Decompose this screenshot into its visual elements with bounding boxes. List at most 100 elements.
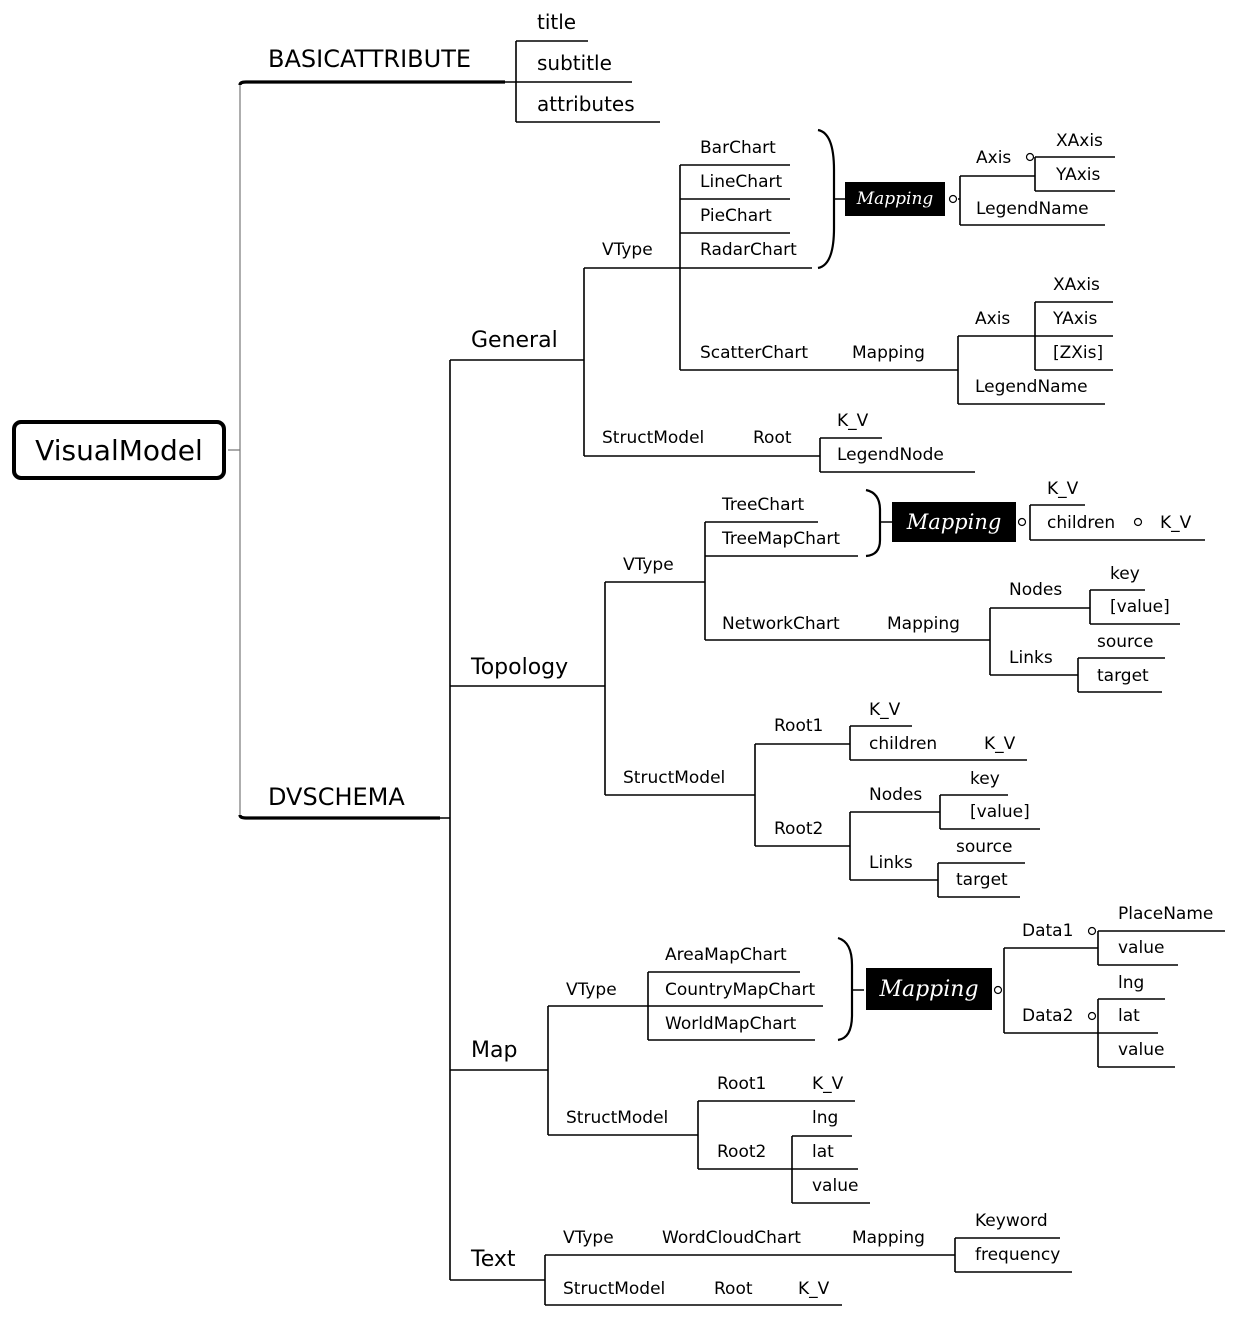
- node-general-kv[interactable]: K_V: [837, 413, 868, 430]
- node-scatter-axis[interactable]: Axis: [975, 311, 1010, 328]
- root-label: VisualModel: [35, 433, 203, 467]
- node-text-kv[interactable]: K_V: [798, 1281, 829, 1298]
- node-general-mapping[interactable]: Mapping: [845, 182, 945, 216]
- node-topology-root1[interactable]: Root1: [774, 718, 823, 735]
- node-axis[interactable]: Axis: [976, 150, 1011, 167]
- node-map-mapping[interactable]: Mapping: [866, 968, 992, 1010]
- node-root1-children[interactable]: children: [869, 736, 937, 753]
- root-node[interactable]: VisualModel: [12, 420, 226, 480]
- node-map-root1[interactable]: Root1: [717, 1076, 766, 1093]
- node-legendname[interactable]: LegendName: [976, 201, 1089, 218]
- gen-brace: [817, 128, 836, 270]
- node-data1-value[interactable]: value: [1118, 940, 1164, 957]
- node-topology-vtype[interactable]: VType: [623, 557, 674, 574]
- node-basicattribute[interactable]: BASICATTRIBUTE: [268, 47, 471, 71]
- node-keyword[interactable]: Keyword: [975, 1213, 1048, 1230]
- dv-underline: [238, 814, 440, 820]
- node-barchart[interactable]: BarChart: [700, 140, 776, 157]
- node-map-structmodel[interactable]: StructModel: [566, 1110, 668, 1127]
- node-frequency[interactable]: frequency: [975, 1247, 1060, 1264]
- node-piechart[interactable]: PieChart: [700, 208, 772, 225]
- node-areamapchart[interactable]: AreaMapChart: [665, 947, 787, 964]
- node-network-mapping[interactable]: Mapping: [887, 616, 960, 633]
- node-scatter-xaxis[interactable]: XAxis: [1053, 277, 1100, 294]
- node-root2-value[interactable]: [value]: [970, 804, 1030, 821]
- node-topology-structmodel[interactable]: StructModel: [623, 770, 725, 787]
- node-network-key[interactable]: key: [1110, 566, 1140, 583]
- node-scatter-zaxis[interactable]: [ZXis]: [1053, 345, 1103, 362]
- collapse-toggle-icon: [1087, 1011, 1097, 1021]
- node-root1-children-kv[interactable]: K_V: [984, 736, 1015, 753]
- node-xaxis[interactable]: XAxis: [1056, 133, 1103, 150]
- node-general-root[interactable]: Root: [753, 430, 792, 447]
- node-map-root2[interactable]: Root2: [717, 1144, 766, 1161]
- node-data2-lat[interactable]: lat: [1118, 1008, 1140, 1025]
- topo-brace: [865, 488, 882, 558]
- node-dvschema[interactable]: DVSCHEMA: [268, 785, 405, 809]
- general-line: [450, 268, 585, 456]
- node-treechart[interactable]: TreeChart: [722, 497, 804, 514]
- node-topology-mapping[interactable]: Mapping: [892, 502, 1016, 542]
- node-topology-children-kv[interactable]: K_V: [1160, 515, 1191, 532]
- node-treemapchart[interactable]: TreeMapChart: [722, 531, 840, 548]
- trunk-line: [228, 85, 241, 818]
- node-title[interactable]: title: [537, 12, 576, 32]
- node-root2-key[interactable]: key: [970, 771, 1000, 788]
- node-network-nodes[interactable]: Nodes: [1009, 582, 1062, 599]
- node-text-vtype[interactable]: VType: [563, 1230, 614, 1247]
- node-scatter-yaxis[interactable]: YAxis: [1053, 311, 1097, 328]
- node-network-target[interactable]: target: [1097, 668, 1149, 685]
- node-general-structmodel[interactable]: StructModel: [602, 430, 704, 447]
- node-network-source[interactable]: source: [1097, 634, 1153, 651]
- collapse-toggle-icon: [1133, 517, 1143, 527]
- topology-line: [450, 582, 606, 795]
- node-yaxis[interactable]: YAxis: [1056, 167, 1100, 184]
- node-subtitle[interactable]: subtitle: [537, 53, 612, 73]
- collapse-toggle-icon: [948, 194, 958, 204]
- node-root2-links[interactable]: Links: [869, 855, 913, 872]
- node-data2-lng[interactable]: lng: [1118, 975, 1144, 992]
- node-root2-target[interactable]: target: [956, 872, 1008, 889]
- node-general-vtype[interactable]: VType: [602, 242, 653, 259]
- node-map[interactable]: Map: [471, 1040, 517, 1062]
- node-text-root[interactable]: Root: [714, 1281, 753, 1298]
- node-network-value[interactable]: [value]: [1110, 599, 1170, 616]
- node-text-mapping[interactable]: Mapping: [852, 1230, 925, 1247]
- node-map-root1-kv[interactable]: K_V: [812, 1076, 843, 1093]
- node-topology-kv[interactable]: K_V: [1047, 481, 1078, 498]
- node-wordcloudchart[interactable]: WordCloudChart: [662, 1230, 801, 1247]
- node-linechart[interactable]: LineChart: [700, 174, 782, 191]
- node-radarchart[interactable]: RadarChart: [700, 242, 797, 259]
- node-general[interactable]: General: [471, 330, 558, 352]
- collapse-toggle-icon: [1017, 517, 1027, 527]
- gen-vtype: [584, 165, 681, 370]
- node-root2-nodes[interactable]: Nodes: [869, 787, 922, 804]
- collapse-toggle-icon: [1087, 926, 1097, 936]
- node-data1[interactable]: Data1: [1022, 923, 1073, 940]
- node-scatter-legendname[interactable]: LegendName: [975, 379, 1088, 396]
- node-root1-kv[interactable]: K_V: [869, 702, 900, 719]
- node-worldmapchart[interactable]: WorldMapChart: [665, 1016, 796, 1033]
- node-map-root2-lat[interactable]: lat: [812, 1144, 834, 1161]
- node-text[interactable]: Text: [471, 1249, 516, 1271]
- node-map-vtype[interactable]: VType: [566, 982, 617, 999]
- node-topology-children[interactable]: children: [1047, 515, 1115, 532]
- node-scatter-mapping[interactable]: Mapping: [852, 345, 925, 362]
- node-placename[interactable]: PlaceName: [1118, 906, 1213, 923]
- basic-underline: [238, 80, 505, 86]
- node-networkchart[interactable]: NetworkChart: [722, 616, 840, 633]
- node-legendnode[interactable]: LegendNode: [837, 447, 944, 464]
- node-attributes[interactable]: attributes: [537, 94, 635, 114]
- node-map-root2-lng[interactable]: lng: [812, 1110, 838, 1127]
- node-text-structmodel[interactable]: StructModel: [563, 1281, 665, 1298]
- map-brace: [837, 936, 854, 1042]
- node-topology-root2[interactable]: Root2: [774, 821, 823, 838]
- node-map-root2-value[interactable]: value: [812, 1178, 858, 1195]
- node-topology[interactable]: Topology: [471, 657, 568, 679]
- node-network-links[interactable]: Links: [1009, 650, 1053, 667]
- node-countrymapchart[interactable]: CountryMapChart: [665, 982, 815, 999]
- node-root2-source[interactable]: source: [956, 839, 1012, 856]
- node-scatterchart[interactable]: ScatterChart: [700, 345, 808, 362]
- node-data2-value[interactable]: value: [1118, 1042, 1164, 1059]
- node-data2[interactable]: Data2: [1022, 1008, 1073, 1025]
